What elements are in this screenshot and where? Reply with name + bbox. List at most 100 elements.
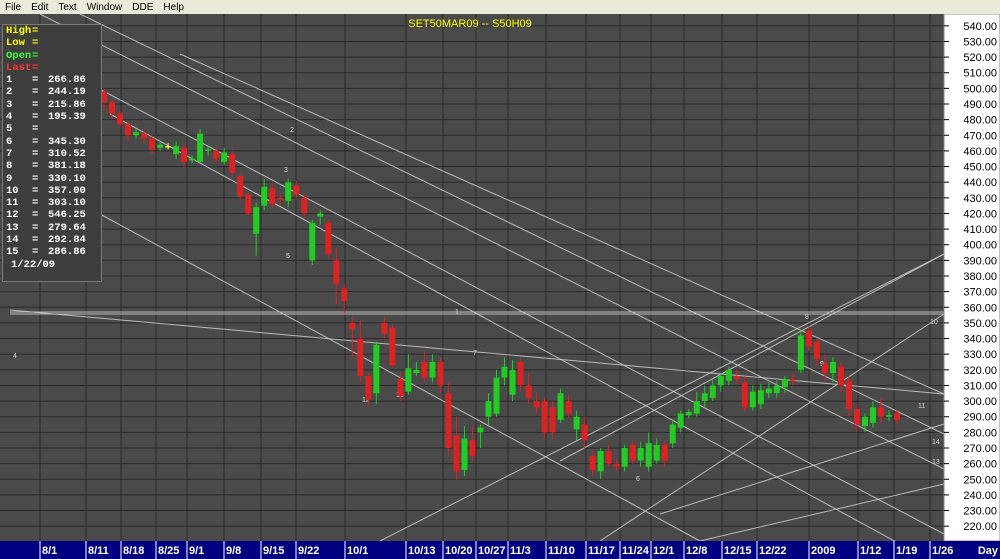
candle-body: [693, 401, 700, 414]
candle-body: [461, 438, 468, 470]
databox-row: Open=: [3, 50, 101, 62]
x-tick-label: 10/27: [478, 545, 506, 557]
databox-row: 2 = 244.19: [3, 86, 101, 98]
menu-item-window[interactable]: Window: [82, 2, 128, 13]
y-tick-label: 290.00: [963, 412, 997, 424]
databox-equals: =: [32, 160, 39, 173]
databox-key: 2: [6, 86, 13, 99]
databox-row: 13 = 279.64: [3, 222, 101, 234]
candle-body: [677, 413, 684, 428]
databox-key: 10: [6, 184, 19, 197]
gann-line-label: 8: [805, 314, 809, 321]
candle-body: [205, 149, 212, 151]
candle-body: [221, 152, 228, 162]
databox-row: 7 = 310.52: [3, 148, 101, 160]
candle: [325, 219, 332, 259]
candle-body: [501, 366, 508, 378]
candle-body: [829, 362, 836, 373]
x-tick-label: 8/18: [123, 545, 144, 557]
databox-equals: =: [32, 74, 39, 87]
databox-value: 244.19: [48, 86, 86, 99]
candle-body: [517, 362, 524, 386]
candle-body: [149, 138, 156, 150]
databox-key: High: [6, 25, 32, 37]
databox-key: 13: [6, 221, 19, 234]
x-tick-label: 11/3: [510, 545, 531, 557]
candle-body: [773, 385, 780, 394]
databox-equals: =: [32, 135, 39, 148]
candle-body: [269, 188, 276, 205]
y-tick-label: 400.00: [963, 240, 997, 252]
x-tick-label: 1/26: [932, 545, 953, 557]
candle-body: [261, 186, 268, 206]
candle-body: [645, 443, 652, 467]
menu-item-dde[interactable]: DDE: [127, 2, 158, 13]
candle-body: [589, 455, 596, 470]
candle-body: [797, 335, 804, 370]
x-tick-label: 1/12: [860, 545, 881, 557]
gann-line-label: 7: [473, 350, 477, 357]
y-tick-label: 270.00: [963, 443, 997, 455]
databox-equals: =: [32, 111, 39, 124]
candle-body: [445, 393, 452, 448]
x-tick-label: 9/8: [226, 545, 241, 557]
x-tick-label: 12/8: [686, 545, 707, 557]
candle-body: [325, 222, 332, 255]
candle-body: [741, 382, 748, 408]
menu-item-text[interactable]: Text: [53, 2, 81, 13]
databox-value: 381.18: [48, 160, 86, 173]
databox-key: 15: [6, 246, 19, 259]
candle-body: [853, 408, 860, 425]
x-tick-label: 8/1: [42, 545, 57, 557]
candle-body: [701, 393, 708, 402]
x-tick-label: 11/17: [588, 545, 615, 557]
candle-body: [685, 412, 692, 416]
x-tick-label: 10/13: [408, 545, 436, 557]
databox-equals: =: [32, 86, 39, 99]
y-tick-label: 320.00: [963, 365, 997, 377]
candle-body: [373, 344, 380, 394]
candle-body: [285, 182, 292, 201]
candle-body: [253, 207, 260, 234]
candle-body: [293, 185, 300, 195]
chart-title: SET50MAR09 -- S50H09: [408, 18, 532, 30]
databox-key: Open: [6, 49, 32, 62]
databox-key: 11: [6, 197, 19, 210]
y-tick-label: 450.00: [963, 162, 997, 174]
candle-body: [173, 146, 180, 155]
menu-item-help[interactable]: Help: [158, 2, 189, 13]
databox-value: 195.39: [48, 111, 86, 124]
x-axis-label: Day: [978, 545, 999, 557]
y-tick-label: 330.00: [963, 349, 997, 361]
databox-equals: =: [32, 98, 39, 111]
menu-item-edit[interactable]: Edit: [26, 2, 53, 13]
candle-body: [485, 401, 492, 417]
databox-value: 357.00: [48, 184, 86, 197]
candle: [389, 324, 396, 369]
databox-value: 330.10: [48, 172, 86, 185]
databox-equals: =: [32, 49, 39, 62]
databox-row: 9 = 330.10: [3, 173, 101, 185]
candle-body: [821, 363, 828, 373]
candle-body: [117, 113, 124, 125]
x-tick-label: 9/1: [189, 545, 204, 557]
y-tick-label: 250.00: [963, 474, 997, 486]
databox-equals: =: [32, 147, 39, 160]
candle-body: [733, 376, 740, 380]
menu-item-file[interactable]: File: [0, 2, 26, 13]
candle-body: [885, 415, 892, 417]
candle-body: [533, 401, 540, 408]
candle-body: [653, 444, 660, 461]
y-tick-label: 260.00: [963, 459, 997, 471]
databox-key: Low: [6, 37, 25, 50]
x-tick-label: 11/10: [548, 545, 575, 557]
candle-body: [333, 260, 340, 284]
candle-body: [349, 322, 356, 330]
databox-equals: =: [32, 184, 39, 197]
gann-line-label: 1: [455, 309, 459, 316]
gann-line-label: 4: [13, 353, 17, 360]
candle-body: [341, 288, 348, 302]
candle-body: [245, 194, 252, 214]
candle-body: [837, 366, 844, 386]
candle: [557, 388, 564, 423]
